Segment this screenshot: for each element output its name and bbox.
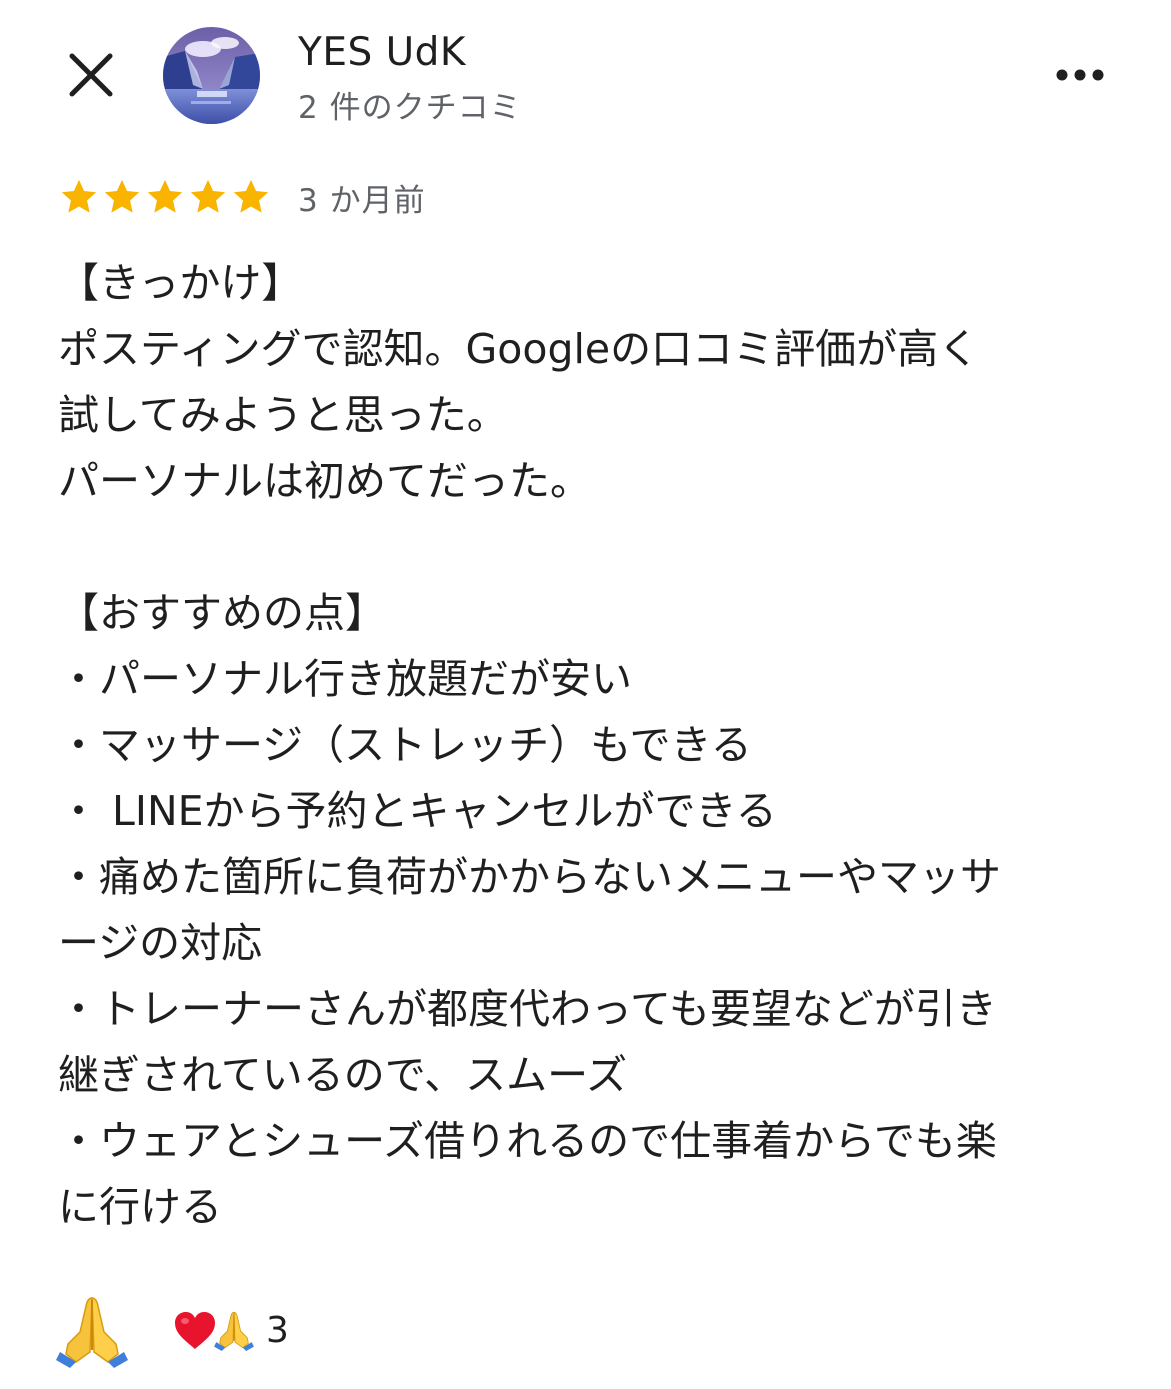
star-icon bbox=[147, 179, 183, 213]
reaction-bar: 3 bbox=[52, 1290, 289, 1370]
review-meta: 3 か月前 bbox=[58, 174, 426, 220]
review-text-line: ポスティングで認知。Googleの口コミ評価が高く bbox=[58, 325, 980, 373]
more-horizontal-icon bbox=[1056, 69, 1104, 81]
close-icon bbox=[69, 53, 113, 97]
star-icon bbox=[61, 179, 97, 213]
reaction-count: 3 bbox=[266, 1309, 289, 1351]
reviewer-name[interactable]: YES UdK bbox=[298, 30, 466, 75]
mountain-lake-avatar bbox=[163, 27, 260, 124]
more-options-button[interactable] bbox=[1050, 58, 1110, 92]
folded-hands-icon bbox=[214, 1311, 254, 1351]
review-text-line bbox=[58, 514, 1118, 580]
review-text-line: ・痛めた箇所に負荷がかからないメニューやマッサ bbox=[58, 853, 1001, 901]
review-text-line: ・マッサージ（ストレッチ）もできる bbox=[58, 721, 752, 769]
review-header: YES UdK 2 件のクチコミ bbox=[0, 0, 1171, 150]
review-text-line: ージの対応 bbox=[58, 919, 263, 967]
review-time: 3 か月前 bbox=[298, 182, 426, 219]
review-text-line: に行ける bbox=[58, 1183, 222, 1231]
review-text-line: パーソナルは初めてだった。 bbox=[58, 457, 591, 505]
review-text: 【きっかけ】ポスティングで認知。Googleの口コミ評価が高く 試してみようと思っ… bbox=[58, 250, 1118, 1240]
review-text-line: ・ウェアとシューズ借りれるので仕事着からでも楽 bbox=[58, 1117, 997, 1165]
review-text-line: 【きっかけ】 bbox=[58, 259, 303, 307]
star-rating bbox=[58, 176, 272, 218]
star-icon bbox=[233, 179, 269, 213]
review-text-line: ・パーソナル行き放題だが安い bbox=[58, 655, 632, 703]
reaction-summary[interactable]: 3 bbox=[172, 1309, 289, 1351]
review-text-line: 【おすすめの点】 bbox=[58, 589, 386, 637]
review-text-line: 継ぎされているので、スムーズ bbox=[58, 1051, 628, 1099]
review-text-line: 試してみようと思った。 bbox=[58, 391, 508, 439]
review-text-line: ・ LINEから予約とキャンセルができる bbox=[58, 787, 777, 835]
reviewer-avatar[interactable] bbox=[163, 27, 260, 124]
folded-hands-icon bbox=[56, 1297, 128, 1368]
close-button[interactable] bbox=[60, 44, 122, 106]
review-text-line: ・トレーナーさんが都度代わっても要望などが引き bbox=[58, 985, 997, 1033]
star-icon bbox=[190, 179, 226, 213]
react-button[interactable] bbox=[52, 1292, 132, 1368]
star-icon bbox=[104, 179, 140, 213]
reviewer-review-count: 2 件のクチコミ bbox=[298, 90, 522, 126]
red-heart-icon bbox=[175, 1312, 215, 1349]
